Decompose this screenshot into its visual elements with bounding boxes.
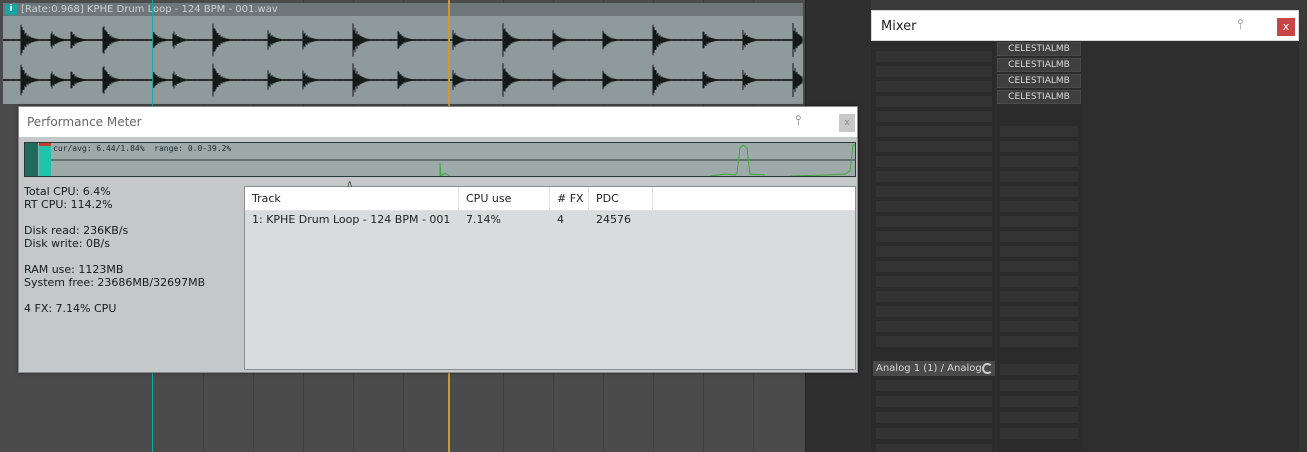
fx-slot-empty[interactable] — [999, 200, 1079, 213]
fx-slot-empty[interactable] — [875, 80, 993, 93]
fx-slot-empty[interactable] — [999, 170, 1079, 183]
fx-slot[interactable]: CELESTIALMB — [997, 42, 1081, 56]
fx-slot[interactable]: CELESTIALMB — [997, 74, 1081, 88]
fx-slot-empty[interactable] — [999, 140, 1079, 153]
fx-slot-empty[interactable] — [875, 95, 993, 108]
media-item-header[interactable]: i [Rate:0.968] KPHE Drum Loop - 124 BPM -… — [3, 3, 803, 16]
pin-icon[interactable]: ⫯ — [789, 113, 807, 131]
close-button[interactable]: x — [1277, 18, 1295, 36]
send-slot[interactable] — [999, 395, 1079, 408]
system-free-text: System free: 23686MB/32697MB — [24, 276, 206, 289]
fx-slot-empty[interactable] — [875, 305, 993, 318]
fx-slot-empty[interactable] — [875, 290, 993, 303]
fx-slot-empty[interactable] — [999, 290, 1079, 303]
fx-slot-empty[interactable] — [875, 260, 993, 273]
cell-fx-count: 4 — [557, 213, 564, 226]
cpu-history-line — [51, 144, 855, 176]
cell-cpu-use: 7.14% — [466, 213, 501, 226]
fx-slot-empty[interactable] — [999, 155, 1079, 168]
fx-slot-empty[interactable] — [875, 170, 993, 183]
input-routing-label: Analog 1 (1) / Analog 2 — [876, 363, 992, 374]
fx-cpu-text: 4 FX: 7.14% CPU — [24, 302, 117, 315]
fx-slot-empty[interactable] — [999, 230, 1079, 243]
rt-cpu-text: RT CPU: 114.2% — [24, 198, 113, 211]
info-icon[interactable]: i — [5, 4, 17, 15]
input-routing-button[interactable]: Analog 1 (1) / Analog 2 — [873, 361, 995, 376]
fx-slot-empty[interactable] — [875, 275, 993, 288]
send-slot[interactable] — [875, 443, 993, 452]
disk-read-text: Disk read: 236KB/s — [24, 224, 129, 237]
table-header: ∧ Track CPU use # FX PDC — [245, 179, 855, 211]
fx-slot-empty[interactable] — [875, 125, 993, 138]
total-cpu-text: Total CPU: 6.4% — [24, 185, 111, 198]
ram-use-text: RAM use: 1123MB — [24, 263, 124, 276]
mixer-titlebar[interactable]: Mixer ⫯ x — [871, 10, 1299, 41]
cell-track: 1: KPHE Drum Loop - 124 BPM - 001 — [252, 213, 451, 226]
send-slot[interactable] — [875, 411, 993, 424]
fx-slot-empty[interactable] — [875, 65, 993, 78]
mixer-window[interactable]: Mixer ⫯ x CELESTIALMB CELESTIALMB CELEST… — [871, 10, 1299, 452]
fx-slot-empty[interactable] — [875, 110, 993, 123]
fx-slot-empty[interactable] — [999, 245, 1079, 258]
fx-slot-empty[interactable] — [999, 320, 1079, 333]
fx-slot[interactable]: CELESTIALMB — [997, 58, 1081, 72]
fx-slot-empty[interactable] — [875, 155, 993, 168]
column-header-pdc[interactable]: PDC — [589, 187, 653, 211]
cpu-graph: cur/avg: 6.44/1.84% range: 0.0-39.2% — [24, 142, 856, 177]
fx-slot-empty[interactable] — [875, 215, 993, 228]
fx-slot[interactable]: CELESTIALMB — [997, 90, 1081, 104]
performance-meter-titlebar[interactable]: Performance Meter ⫯ x — [19, 107, 857, 137]
send-slot[interactable] — [875, 395, 993, 408]
fx-slot-empty[interactable] — [875, 50, 993, 63]
fx-slot-empty[interactable] — [875, 245, 993, 258]
fx-slot-empty[interactable] — [875, 320, 993, 333]
fx-slot-empty[interactable] — [875, 185, 993, 198]
fx-slot-empty[interactable] — [999, 305, 1079, 318]
stats-panel: Total CPU: 6.4% RT CPU: 114.2% Disk read… — [24, 185, 239, 315]
send-slot[interactable] — [875, 379, 993, 392]
mixer-title: Mixer — [881, 19, 917, 34]
fx-slot-empty[interactable] — [999, 335, 1079, 348]
fx-slot-empty[interactable] — [999, 125, 1079, 138]
close-button[interactable]: x — [839, 114, 855, 132]
pin-icon[interactable]: ⫯ — [1231, 17, 1249, 35]
performance-meter-window[interactable]: Performance Meter ⫯ x cur/avg: 6.44/1.84… — [18, 106, 858, 373]
fx-slot-empty[interactable] — [999, 275, 1079, 288]
column-header-cpu-use[interactable]: CPU use — [459, 187, 550, 211]
fx-slot-empty[interactable] — [875, 335, 993, 348]
waveform-graphic — [3, 23, 803, 97]
fx-slot-empty[interactable] — [999, 215, 1079, 228]
fx-slot-empty[interactable] — [875, 230, 993, 243]
fx-slot-empty[interactable] — [999, 185, 1079, 198]
send-slot[interactable] — [999, 427, 1079, 440]
column-header-fx-count[interactable]: # FX — [550, 187, 589, 211]
send-slot[interactable] — [999, 363, 1079, 376]
column-header-track[interactable]: Track — [245, 187, 459, 211]
cell-pdc: 24576 — [596, 213, 631, 226]
send-slot[interactable] — [999, 411, 1079, 424]
media-item-waveform[interactable] — [3, 16, 803, 104]
media-item-name: [Rate:0.968] KPHE Drum Loop - 124 BPM - … — [21, 4, 278, 15]
fx-slot-empty[interactable] — [875, 140, 993, 153]
performance-meter-title: Performance Meter — [27, 115, 142, 129]
send-slot[interactable] — [999, 379, 1079, 392]
pan-knob-icon[interactable] — [982, 363, 993, 374]
disk-write-text: Disk write: 0B/s — [24, 237, 110, 250]
track-cpu-table[interactable]: ∧ Track CPU use # FX PDC 1: KPHE Drum Lo… — [244, 179, 856, 370]
send-slot[interactable] — [875, 427, 993, 440]
fx-slot-empty[interactable] — [875, 200, 993, 213]
fx-slot-empty[interactable] — [999, 260, 1079, 273]
